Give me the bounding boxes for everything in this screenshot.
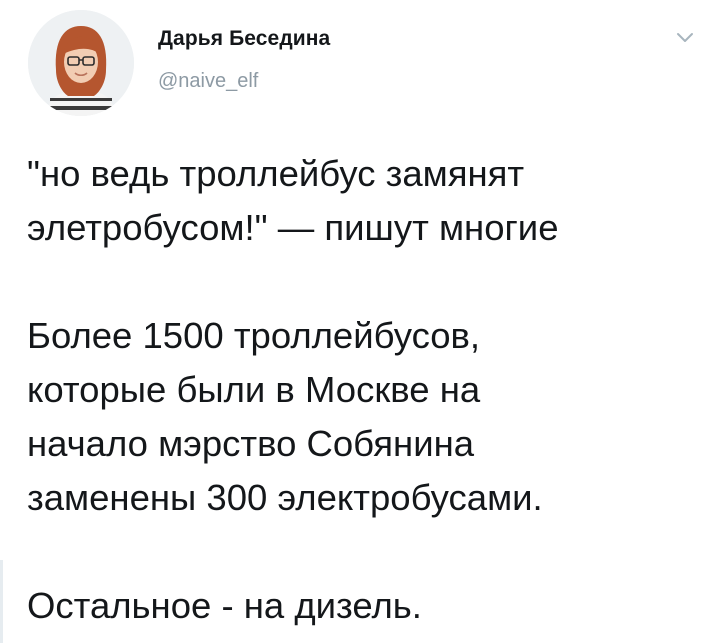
left-border <box>0 560 3 643</box>
tweet-text: "но ведь троллейбус замянят элетробусом!… <box>27 147 707 633</box>
user-avatar-icon <box>28 10 134 116</box>
tweet-card: Дарья Беседина @naive_elf "но ведь тролл… <box>0 0 720 643</box>
tweet-paragraph: "но ведь троллейбус замянят элетробусом!… <box>27 153 559 248</box>
author-handle[interactable]: @naive_elf <box>158 70 258 93</box>
avatar[interactable] <box>28 10 134 116</box>
tweet-paragraph: Остальное - на дизель. <box>27 585 422 626</box>
chevron-down-icon[interactable] <box>676 32 694 44</box>
tweet-paragraph: Более 1500 троллейбусов, которые были в … <box>27 315 543 518</box>
author-display-name[interactable]: Дарья Беседина <box>158 27 330 51</box>
